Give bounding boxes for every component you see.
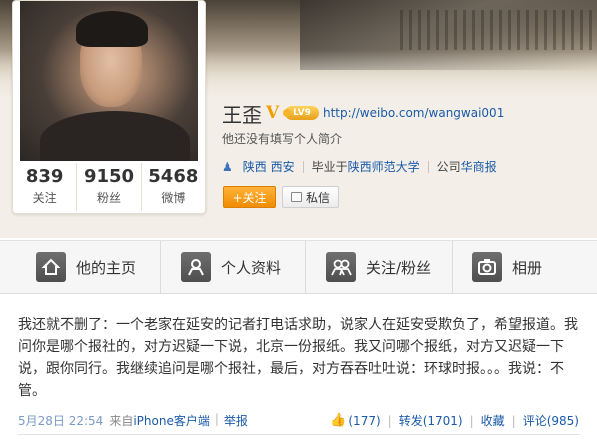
people-icon [326, 252, 356, 282]
location-link[interactable]: 陕西 西安 [243, 158, 295, 175]
tab-home[interactable]: 他的主页 [36, 241, 136, 293]
name-row: 王歪 V LV9 http://weibo.com/wangwai001 [222, 101, 504, 127]
divider: | [469, 413, 474, 428]
person-icon: ♟ [222, 159, 233, 174]
profile-url-link[interactable]: http://weibo.com/wangwai001 [323, 106, 504, 120]
avatar-body [40, 111, 190, 161]
tab-divider [160, 241, 161, 293]
post-source-prefix: 来自 [109, 414, 134, 428]
profile-tabs: 他的主页 个人资料 关注/粉丝 相册 [0, 240, 597, 294]
company-link[interactable]: 华商报 [461, 158, 497, 175]
comment-link[interactable]: 评论(985) [523, 412, 579, 429]
stat-number: 9150 [83, 166, 135, 187]
level-badge-icon[interactable]: LV9 [283, 106, 319, 120]
education-prefix: 毕业于 [311, 160, 348, 174]
home-icon [36, 252, 66, 282]
profile-info-row: ♟ 陕西 西安 毕业于 陕西师范大学 公司 华商报 [222, 158, 497, 175]
banner-roof-tiles [400, 10, 597, 50]
avatar-hair [76, 11, 148, 47]
post-source-link[interactable]: iPhone客户端 [133, 412, 210, 429]
divider: | [387, 413, 392, 428]
post-meta: 5月28日 22:54 来自 iPhone客户端 | 举报 [18, 412, 248, 429]
divider: | [511, 413, 516, 428]
tab-label: 他的主页 [76, 258, 137, 277]
message-button[interactable]: 私信 [282, 186, 339, 208]
tab-divider [452, 241, 453, 293]
tab-label: 关注/粉丝 [366, 258, 432, 277]
stat-followers[interactable]: 9150 粉丝 [77, 163, 142, 211]
post-actions: 👍 (177) | 转发(1701) | 收藏 | 评论(985) [330, 412, 579, 429]
stat-label: 微博 [161, 191, 186, 205]
post-divider [18, 434, 580, 435]
divider: | [214, 412, 219, 426]
post-time-link[interactable]: 5月28日 22:54 [18, 412, 103, 429]
tab-label: 个人资料 [221, 258, 282, 277]
divider [427, 160, 429, 173]
stat-following[interactable]: 839 关注 [13, 163, 78, 211]
message-button-label: 私信 [305, 190, 330, 205]
like-icon[interactable]: 👍 [330, 413, 346, 428]
tab-follow[interactable]: 关注/粉丝 [326, 241, 431, 293]
profile-icon [181, 252, 211, 282]
stat-label: 粉丝 [96, 191, 121, 205]
stat-label: 关注 [32, 191, 57, 205]
divider [302, 160, 304, 173]
report-link[interactable]: 举报 [224, 412, 248, 429]
stat-number: 839 [25, 166, 64, 187]
profile-name: 王歪 [222, 102, 262, 127]
tab-divider [305, 241, 306, 293]
company-prefix: 公司 [436, 160, 461, 174]
follow-button[interactable]: +关注 [223, 186, 276, 208]
profile-card: 839 关注 9150 粉丝 5468 微博 [12, 0, 206, 214]
verified-icon[interactable]: V [266, 104, 284, 122]
like-count[interactable]: (177) [348, 414, 380, 428]
camera-icon [472, 252, 502, 282]
tab-label: 相册 [512, 258, 543, 277]
stat-posts[interactable]: 5468 微博 [142, 163, 205, 211]
avatar[interactable] [20, 1, 198, 161]
stats-bar: 839 关注 9150 粉丝 5468 微博 [13, 163, 205, 211]
tab-profile[interactable]: 个人资料 [181, 241, 281, 293]
education-link[interactable]: 陕西师范大学 [348, 158, 420, 175]
profile-bio: 他还没有填写个人简介 [222, 132, 343, 146]
favorite-link[interactable]: 收藏 [481, 412, 505, 429]
repost-link[interactable]: 转发(1701) [399, 412, 463, 429]
post-text: 我还就不删了：一个老家在延安的记者打电话求助，说家人在延安受欺负了，希望报道。我… [18, 317, 578, 399]
stat-number: 5468 [148, 166, 199, 187]
message-icon [290, 192, 302, 202]
tab-album[interactable]: 相册 [472, 241, 542, 293]
